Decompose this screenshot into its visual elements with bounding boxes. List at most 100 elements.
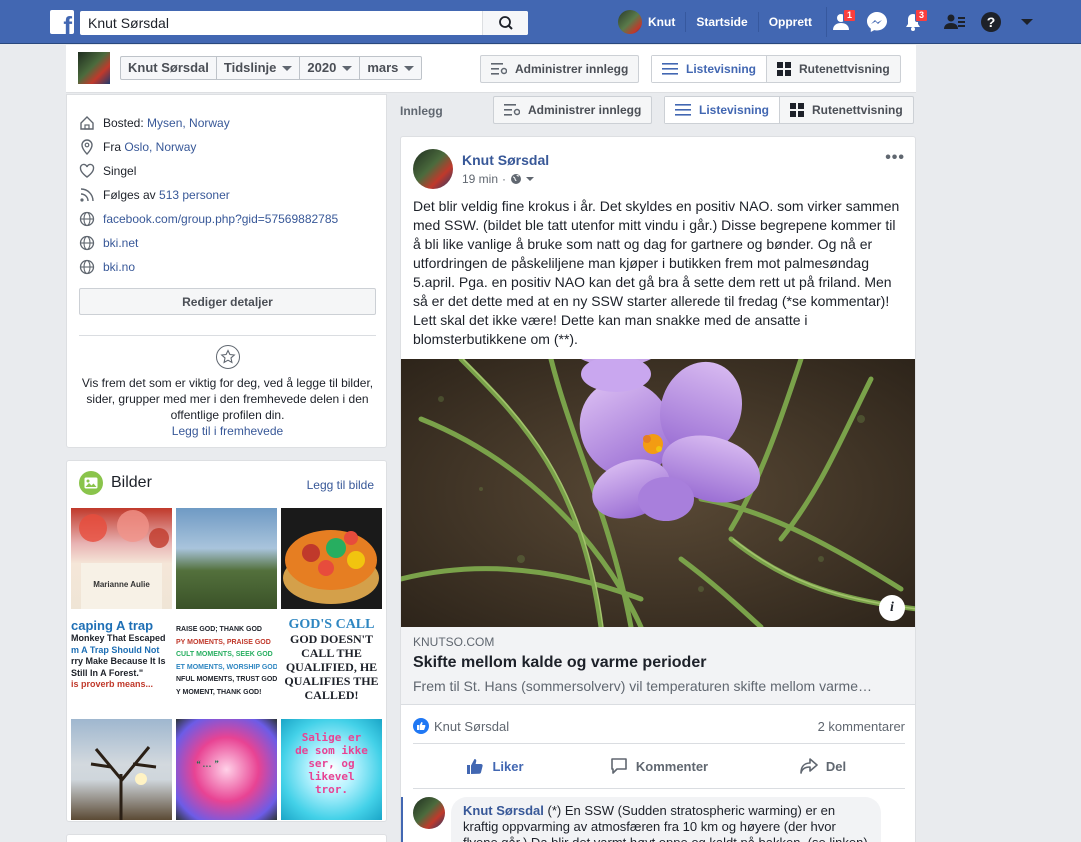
account-menu-button[interactable] [1012, 7, 1042, 37]
breadcrumb-month-label: mars [367, 60, 399, 75]
manage-icon [491, 63, 507, 75]
link-preview[interactable]: KNUTSO.COM Skifte mellom kalde og varme … [401, 627, 915, 705]
globe-icon [79, 259, 95, 275]
photo-thumbnail[interactable]: GOD'S CALL GOD DOESN'T CALL THE QUALIFIE… [281, 614, 382, 715]
intro-row-residence: Bosted: Mysen, Norway [79, 115, 230, 131]
search-button[interactable] [482, 11, 528, 35]
gods-call-text: GOD'S CALL GOD DOESN'T CALL THE QUALIFIE… [281, 618, 382, 703]
photo-thumbnail[interactable]: RAISE GOD; THANK GOD PY MOMENTS, PRAISE … [176, 614, 277, 715]
intro-residence-link[interactable]: Mysen, Norway [147, 116, 230, 130]
comment-button[interactable]: Kommenter [577, 744, 741, 788]
intro-website-link-3[interactable]: bki.no [103, 260, 135, 274]
add-photo-link[interactable]: Legg til bilde [307, 478, 374, 492]
chevron-down-icon [342, 65, 353, 71]
photo-thumbnail[interactable] [281, 508, 382, 609]
praise-line: CULT MOMENTS, SEEK GOD [176, 651, 273, 658]
photo-thumbnail[interactable]: Salige er de som ikke ser, og likevel tr… [281, 719, 382, 820]
breadcrumb-profile-name[interactable]: Knut Sørsdal [121, 57, 217, 79]
globe-icon[interactable] [510, 173, 522, 185]
manage-icon [504, 104, 520, 116]
feed-list-view-button[interactable]: Listevisning [665, 97, 781, 123]
blessed-line: ser, og [308, 757, 355, 770]
intro-website-link-1[interactable]: facebook.com/group.php?gid=57569882785 [103, 212, 338, 226]
featured-section: Vis frem det som er viktig for deg, ved … [79, 345, 376, 439]
edit-details-button[interactable]: Rediger detaljer [79, 288, 376, 315]
share-button[interactable]: Del [741, 744, 905, 788]
praise-line: PY MOMENTS, PRAISE GOD [176, 638, 271, 646]
intro-row-website-2: bki.net [79, 235, 138, 251]
list-view-button[interactable]: Listevisning [652, 56, 768, 82]
photos-icon [79, 471, 103, 495]
people-search-icon [944, 14, 966, 29]
reaction-summary[interactable]: Knut Sørsdal [413, 718, 509, 734]
chevron-down-icon[interactable] [525, 175, 535, 183]
photo-thumbnail[interactable]: Marianne Aulie [71, 508, 172, 609]
photo-thumbnail[interactable]: “ … ” [176, 719, 277, 820]
photos-title: Bilder [111, 474, 152, 491]
share-icon [800, 758, 818, 774]
messenger-button[interactable] [862, 7, 892, 37]
feed-grid-view-button[interactable]: Rutenettvisning [780, 97, 913, 123]
notifications-button[interactable]: 3 [898, 7, 929, 37]
image-info-button[interactable]: i [879, 595, 905, 621]
comment-author-avatar[interactable] [413, 797, 445, 829]
reaction-name: Knut Sørsdal [434, 718, 510, 734]
breadcrumb-timeline-dropdown[interactable]: Tidslinje [217, 57, 301, 79]
comment-icon [611, 758, 627, 774]
intro-website-link-2[interactable]: bki.net [103, 236, 138, 250]
post-body-text: Det blir veldig fine krokus i år. Det sk… [413, 198, 900, 347]
intro-row-website-3: bki.no [79, 259, 135, 275]
photo-thumbnail[interactable]: caping A trap Monkey That Escaped m A Tr… [71, 614, 172, 715]
post-options-button[interactable]: ••• [885, 149, 905, 167]
pink-flower-text: “ … ” [196, 759, 219, 769]
intro-followers-link[interactable]: 513 personer [159, 188, 230, 202]
post-actions: Liker Kommenter Del [413, 743, 905, 789]
comments-count[interactable]: 2 kommentarer [818, 719, 905, 734]
praise-line: NFUL MOMENTS, TRUST GOD [176, 676, 277, 683]
intro-row-followers: Følges av 513 personer [79, 187, 230, 203]
intro-row-hometown: Fra Oslo, Norway [79, 139, 196, 155]
globe-icon [79, 235, 95, 251]
add-featured-link[interactable]: Legg til i fremhevede [172, 424, 283, 438]
blessed-line: tror. [314, 783, 349, 796]
breadcrumb-year-dropdown[interactable]: 2020 [300, 57, 361, 79]
post-author-avatar[interactable] [413, 149, 453, 189]
tree-art [90, 746, 157, 820]
proverb-line: Monkey That Escaped [71, 633, 166, 643]
profile-avatar[interactable] [78, 52, 110, 84]
svg-text:?: ? [987, 14, 996, 30]
intro-hometown-link[interactable]: Oslo, Norway [124, 140, 196, 154]
grid-view-button[interactable]: Rutenettvisning [767, 56, 900, 82]
globe-icon [79, 211, 95, 227]
photo-thumbnail[interactable] [71, 719, 172, 820]
separator: · [502, 172, 507, 186]
comment-author-name[interactable]: Knut Sørsdal [463, 803, 544, 818]
search-input[interactable] [80, 11, 480, 35]
manage-posts-button[interactable]: Administrer innlegg [480, 55, 640, 83]
friend-requests-button[interactable]: 1 [826, 7, 857, 37]
blessed-line: de som ikke [295, 744, 368, 757]
help-button[interactable]: ? [976, 7, 1006, 37]
facebook-logo-icon[interactable]: f [50, 10, 74, 34]
breadcrumb-month-dropdown[interactable]: mars [360, 57, 421, 79]
profile-timeline-header: Knut Sørsdal Tidslinje 2020 mars Adminis… [66, 45, 916, 93]
proverb-line: Still In A Forest." [71, 667, 144, 678]
photo-thumbnail[interactable] [176, 508, 277, 609]
proverb-text: caping A trap Monkey That Escaped m A Tr… [71, 618, 172, 691]
nav-profile-link[interactable]: Knut [618, 10, 675, 34]
star-icon [215, 345, 240, 369]
search-box [80, 11, 528, 35]
feed-manage-posts-button[interactable]: Administrer innlegg [493, 96, 653, 124]
nav-link-home[interactable]: Startside [685, 12, 757, 32]
nav-link-create[interactable]: Opprett [757, 12, 822, 32]
post-meta: 19 min · [462, 172, 535, 186]
like-button[interactable]: Liker [413, 744, 577, 788]
feed-manage-posts-label: Administrer innlegg [528, 103, 642, 117]
post-author-name[interactable]: Knut Sørsdal [462, 152, 549, 168]
thumbs-up-icon [467, 759, 484, 774]
intro-card: Bosted: Mysen, Norway Fra Oslo, Norway S… [66, 94, 387, 448]
find-friends-button[interactable] [940, 7, 970, 37]
post-image[interactable]: i [401, 359, 915, 627]
post-timestamp[interactable]: 19 min [462, 172, 498, 186]
praise-line: ET MOMENTS, WORSHIP GOD [176, 663, 277, 671]
